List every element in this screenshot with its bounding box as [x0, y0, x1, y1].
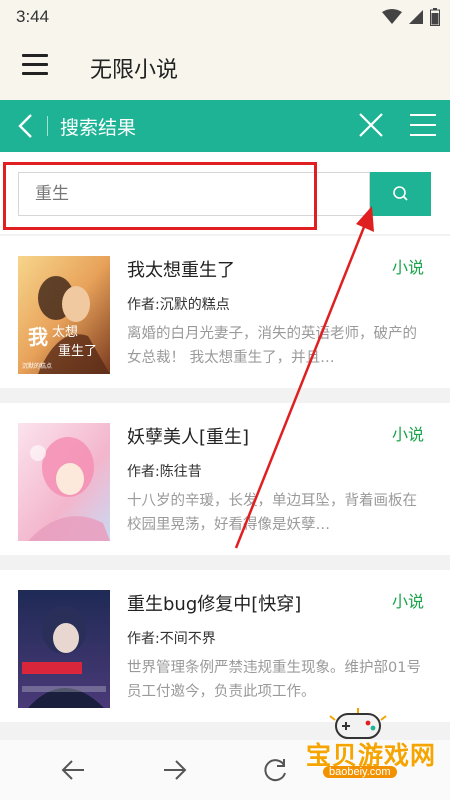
book-description: 世界管理条例严禁违规重生现象。维护部01号员工付邀今，负责此项工作。 — [127, 660, 421, 700]
book-title[interactable]: 重生bug修复中[快穿] — [127, 590, 301, 616]
result-card[interactable]: 妖孽美人[重生] 小说 作者:陈往昔 十八岁的辛瑗，长发，单边耳坠，背着画板在校… — [0, 403, 450, 555]
arrow-right-icon[interactable] — [160, 758, 188, 782]
book-title[interactable]: 我太想重生了 — [127, 256, 235, 282]
close-icon[interactable] — [358, 112, 384, 138]
status-icons — [382, 8, 440, 26]
battery-icon — [430, 8, 440, 26]
book-author: 作者:陈往昔 — [127, 464, 202, 480]
search-results-header: 搜索结果 — [0, 100, 450, 152]
book-cover — [18, 423, 110, 541]
app-title: 无限小说 — [90, 58, 179, 83]
book-cover — [18, 590, 110, 708]
app-bar: 无限小说 — [0, 34, 450, 100]
book-description: 离婚的白月光妻子，消失的英语老师，破产的女总裁！ 我太想重生了，并且… — [127, 326, 417, 366]
header-title: 搜索结果 — [60, 117, 137, 139]
menu-icon[interactable] — [22, 54, 48, 76]
search-icon — [393, 186, 408, 201]
svg-text:重生了: 重生了 — [58, 343, 97, 359]
search-area: 重生 — [0, 152, 450, 234]
back-chevron-icon[interactable] — [14, 112, 38, 140]
book-tag: 小说 — [391, 425, 424, 444]
header-divider — [47, 116, 48, 136]
result-card[interactable]: 重生bug修复中[快穿] 小说 作者:不间不界 世界管理条例严禁违规重生现象。维… — [0, 570, 450, 722]
svg-text:沉默的糕点: 沉默的糕点 — [22, 362, 52, 370]
svg-text:我: 我 — [28, 325, 48, 349]
wifi-icon — [382, 9, 402, 24]
book-title[interactable]: 妖孽美人[重生] — [127, 423, 249, 449]
bottom-nav-bar — [0, 740, 450, 800]
book-author: 作者:不间不界 — [127, 631, 216, 647]
signal-icon — [409, 10, 423, 24]
status-bar: 3:44 — [0, 0, 450, 34]
list-menu-icon[interactable] — [410, 114, 436, 138]
refresh-icon[interactable] — [262, 756, 290, 784]
book-cover: 我 太想 重生了 沉默的糕点 — [18, 256, 110, 374]
book-tag: 小说 — [391, 592, 424, 611]
svg-text:太想: 太想 — [52, 324, 78, 340]
search-button[interactable] — [370, 172, 431, 216]
book-description: 十八岁的辛瑗，长发，单边耳坠，背着画板在校园里晃荡，好看得像是妖孽… — [127, 493, 417, 533]
search-input[interactable]: 重生 — [18, 172, 370, 216]
arrow-left-icon[interactable] — [60, 758, 88, 782]
book-tag: 小说 — [391, 258, 424, 277]
result-card[interactable]: 我 太想 重生了 沉默的糕点 我太想重生了 小说 作者:沉默的糕点 离婚的白月光… — [0, 236, 450, 388]
book-author: 作者:沉默的糕点 — [127, 297, 230, 313]
status-time: 3:44 — [16, 7, 50, 26]
